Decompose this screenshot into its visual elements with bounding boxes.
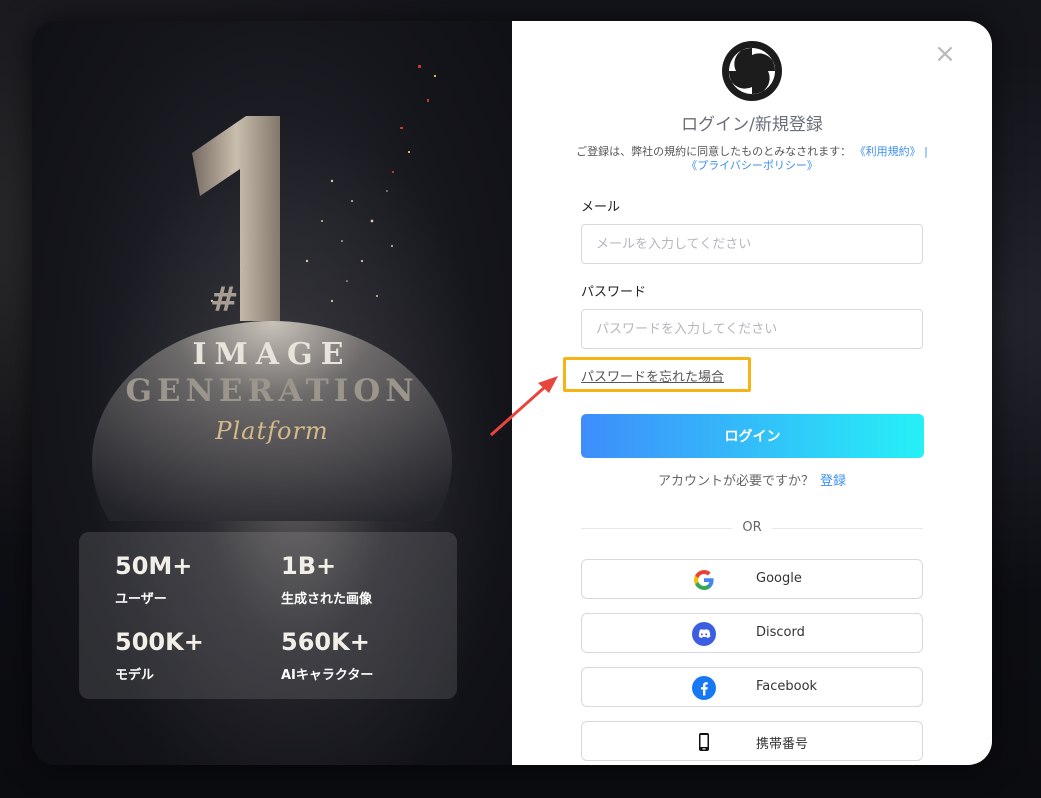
phone-login-button[interactable]: 携帯番号 <box>581 721 923 761</box>
stat-label: ユーザー <box>115 592 167 607</box>
hero-title-image: IMAGE <box>192 337 352 372</box>
terms-link[interactable]: 《利用規約》 <box>855 145 921 158</box>
facebook-icon <box>692 676 716 700</box>
terms-separator: | <box>924 145 928 158</box>
discord-icon <box>692 622 716 646</box>
stat-value: 1B+ <box>281 552 337 580</box>
close-icon[interactable]: × <box>934 41 956 67</box>
stat-value: 500K+ <box>115 628 204 656</box>
hero-title-generation: GENERATION <box>125 373 419 409</box>
login-modal: # IMAGE GENERATION Platform 50M+ ユーザー 1B… <box>32 21 992 765</box>
stats-card: 50M+ ユーザー 1B+ 生成された画像 500K+ モデル 560K+ AI… <box>79 532 457 699</box>
stat-value: 560K+ <box>281 628 370 656</box>
terms-notice: ご登録は、弊社の規約に同意したものとみなされます： 《利用規約》 | 《プライバ… <box>552 145 952 173</box>
facebook-login-button[interactable]: Facebook <box>581 667 923 707</box>
discord-login-button[interactable]: Discord <box>581 613 923 653</box>
password-label: パスワード <box>581 285 647 300</box>
email-field[interactable] <box>581 224 923 264</box>
stat-users: 50M+ ユーザー <box>115 552 192 607</box>
google-icon <box>694 570 714 590</box>
mobile-phone-icon <box>699 733 709 751</box>
facebook-label: Facebook <box>756 679 818 694</box>
login-title: ログイン/新規登録 <box>681 115 823 135</box>
promo-panel: # IMAGE GENERATION Platform 50M+ ユーザー 1B… <box>32 21 512 765</box>
stat-models: 500K+ モデル <box>115 628 204 683</box>
stat-label: AIキャラクター <box>281 668 374 683</box>
login-button[interactable]: ログイン <box>581 414 924 458</box>
forgot-password-link[interactable]: パスワードを忘れた場合 <box>581 366 724 385</box>
signup-prompt: アカウントが必要ですか？ 登録 <box>512 470 992 489</box>
signup-link[interactable]: 登録 <box>820 474 846 489</box>
login-panel: × ログイン/新規登録 ご登録は、弊社の規約に同意したものとみなされます： 《利… <box>512 21 992 765</box>
stat-label: モデル <box>115 668 155 683</box>
password-field[interactable] <box>581 309 923 349</box>
hash-glyph: # <box>210 280 239 320</box>
or-text: OR <box>732 520 772 535</box>
stat-label: 生成された画像 <box>281 592 373 607</box>
email-label: メール <box>581 200 621 215</box>
terms-text: ご登録は、弊社の規約に同意したものとみなされます： <box>576 145 852 158</box>
need-account-text: アカウントが必要ですか？ <box>657 474 814 489</box>
google-label: Google <box>756 571 802 586</box>
brand-logo <box>722 41 782 101</box>
stat-images: 1B+ 生成された画像 <box>281 552 372 607</box>
google-login-button[interactable]: Google <box>581 559 923 599</box>
stat-value: 50M+ <box>115 552 193 580</box>
privacy-link[interactable]: 《プライバシーポリシー》 <box>686 159 818 172</box>
hero-title-platform: Platform <box>215 417 329 445</box>
phone-label: 携帯番号 <box>756 737 809 752</box>
discord-label: Discord <box>756 625 805 640</box>
stat-characters: 560K+ AIキャラクター <box>281 628 373 683</box>
hero-illustration: # <box>92 116 452 521</box>
